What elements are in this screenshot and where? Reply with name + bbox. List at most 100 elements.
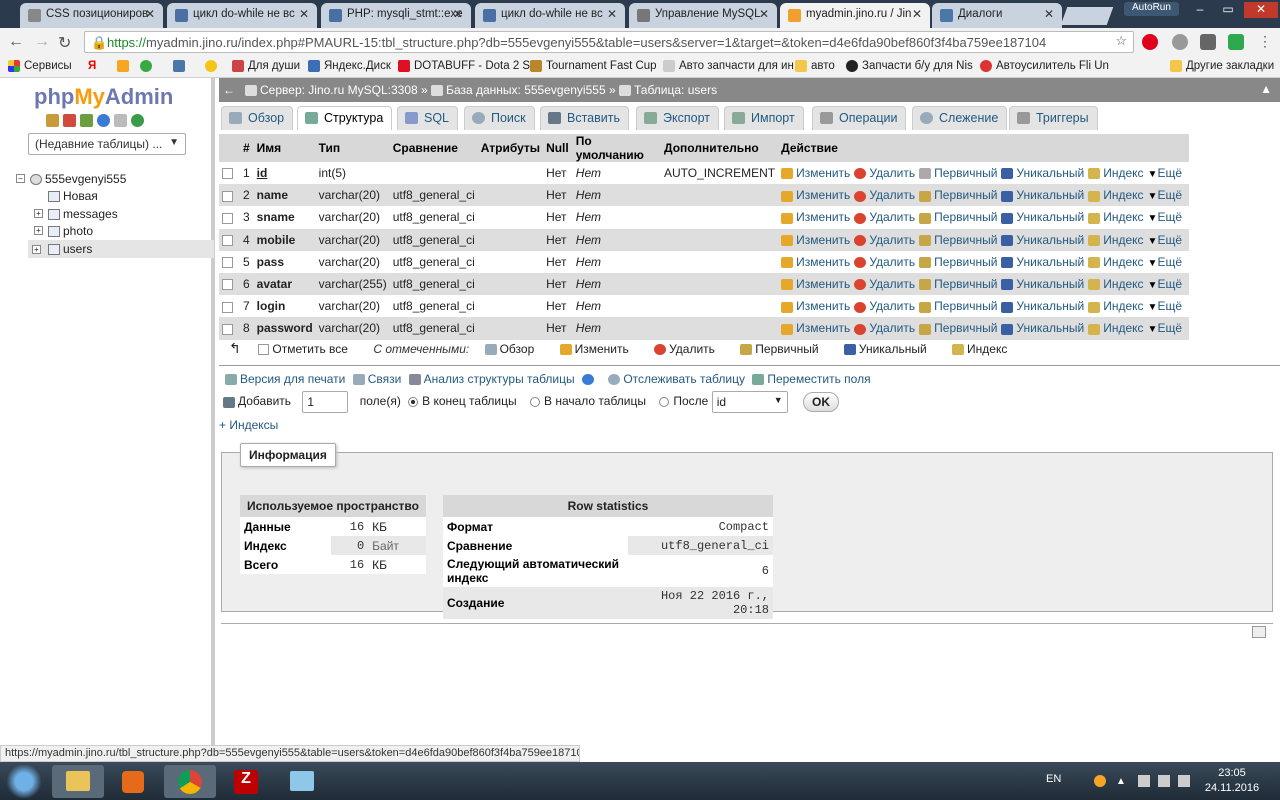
primary-action[interactable]: Первичный <box>919 188 997 202</box>
more-action[interactable]: ▼Ещё <box>1148 188 1182 202</box>
tab-browse[interactable]: Обзор <box>221 106 294 130</box>
tray-arrow-icon[interactable]: ▲ <box>1116 776 1126 787</box>
logout-icon[interactable] <box>63 114 76 127</box>
clock-time[interactable]: 23:05 <box>1202 767 1262 779</box>
unique-action[interactable]: Уникальный <box>1001 321 1084 335</box>
track-table-link[interactable]: Отслеживать таблицу <box>623 372 745 386</box>
indexes-toggle-link[interactable]: + Индексы <box>219 418 278 432</box>
tray-app-icon[interactable] <box>1094 775 1106 787</box>
close-icon[interactable]: ✕ <box>759 7 769 21</box>
reload-icon[interactable]: ↻ <box>58 33 71 53</box>
edit-action[interactable]: Изменить <box>781 277 850 291</box>
column-header-name[interactable]: Имя <box>253 134 316 162</box>
help-icon[interactable] <box>97 114 110 127</box>
bookmark-item[interactable]: Я <box>88 60 96 72</box>
at-end-radio[interactable] <box>408 397 419 407</box>
explorer-taskbar-icon[interactable] <box>52 765 104 798</box>
browser-tab[interactable]: CSS позициониров ✕ <box>20 3 163 28</box>
more-action[interactable]: ▼Ещё <box>1148 166 1182 180</box>
tab-insert[interactable]: Вставить <box>540 106 629 130</box>
row-checkbox[interactable] <box>222 257 233 269</box>
check-all-checkbox[interactable] <box>258 344 270 356</box>
edit-action[interactable]: Изменить <box>781 233 850 247</box>
column-header-type[interactable]: Тип <box>315 134 390 162</box>
console-icon[interactable] <box>1252 626 1266 638</box>
bookmark-item[interactable]: Авто запчасти для ин <box>663 60 794 72</box>
tab-sql[interactable]: SQL <box>397 106 459 130</box>
network-icon[interactable] <box>1158 775 1170 787</box>
index-action[interactable]: Индекс <box>1088 210 1144 224</box>
more-action[interactable]: ▼Ещё <box>1148 277 1182 291</box>
delete-action[interactable]: Удалить <box>854 321 915 335</box>
index-action[interactable]: Индекс <box>1088 233 1144 247</box>
column-header-extra[interactable]: Дополнительно <box>661 134 779 162</box>
column-count-input[interactable]: 1 <box>302 391 349 413</box>
menu-icon[interactable]: ⋮ <box>1258 33 1272 50</box>
move-columns-link[interactable]: Переместить поля <box>767 372 870 386</box>
browser-tab[interactable]: цикл do-while не вс ✕ <box>167 3 317 28</box>
app-taskbar-icon[interactable] <box>276 765 328 798</box>
close-icon[interactable]: ✕ <box>145 7 155 21</box>
edit-action[interactable]: Изменить <box>781 166 850 180</box>
index-action[interactable]: Индекс <box>1088 299 1144 313</box>
collapse-left-icon[interactable]: ← <box>223 83 235 97</box>
bulk-delete-button[interactable]: Удалить <box>669 342 715 356</box>
primary-action[interactable]: Первичный <box>919 255 997 269</box>
opera-extension-icon[interactable] <box>1142 34 1158 50</box>
at-start-radio[interactable] <box>529 397 540 407</box>
field-name[interactable]: id <box>253 162 316 185</box>
browser-tab[interactable]: Управление MySQL ✕ <box>629 3 777 28</box>
unique-action[interactable]: Уникальный <box>1001 210 1084 224</box>
browser-tab[interactable]: цикл do-while не вс ✕ <box>475 3 625 28</box>
ok-button[interactable]: OK <box>803 392 840 412</box>
breadcrumb-server[interactable]: Сервер: Jino.ru MySQL:3308 <box>260 83 418 97</box>
more-action[interactable]: ▼Ещё <box>1148 321 1182 335</box>
primary-action[interactable]: Первичный <box>919 233 997 247</box>
index-action[interactable]: Индекс <box>1088 166 1144 180</box>
volume-icon[interactable] <box>1178 775 1190 787</box>
unique-action[interactable]: Уникальный <box>1001 277 1084 291</box>
tab-structure[interactable]: Структура <box>297 106 393 130</box>
bookmark-item[interactable]: Автоусилитель Fli Un <box>980 60 1109 72</box>
home-icon[interactable] <box>46 114 59 127</box>
check-all-label[interactable]: Отметить все <box>272 342 348 356</box>
tab-export[interactable]: Экспорт <box>636 106 719 130</box>
forward-icon[interactable]: → <box>34 33 50 51</box>
row-checkbox[interactable] <box>222 212 233 224</box>
unique-action[interactable]: Уникальный <box>1001 188 1084 202</box>
relations-link[interactable]: Связи <box>368 372 402 386</box>
tree-item-messages[interactable]: + messages <box>34 207 118 221</box>
delete-action[interactable]: Удалить <box>854 299 915 313</box>
edit-action[interactable]: Изменить <box>781 255 850 269</box>
row-checkbox[interactable] <box>222 234 233 246</box>
close-icon[interactable]: ✕ <box>299 7 309 21</box>
unique-action[interactable]: Уникальный <box>1001 255 1084 269</box>
clock-date[interactable]: 24.11.2016 <box>1202 782 1262 794</box>
more-action[interactable]: ▼Ещё <box>1148 233 1182 247</box>
row-checkbox[interactable] <box>222 279 233 291</box>
star-icon[interactable]: ☆ <box>1115 33 1127 49</box>
extension-icon[interactable] <box>1172 34 1188 50</box>
extension-icon[interactable] <box>1228 34 1244 50</box>
index-action[interactable]: Индекс <box>1088 321 1144 335</box>
delete-action[interactable]: Удалить <box>854 233 915 247</box>
browser-tab-active[interactable]: myadmin.jino.ru / Jin ✕ <box>780 3 930 28</box>
unique-action[interactable]: Уникальный <box>1001 233 1084 247</box>
expand-icon[interactable]: + <box>32 245 41 254</box>
primary-action[interactable]: Первичный <box>919 210 997 224</box>
tab-operations[interactable]: Операции <box>812 106 907 130</box>
delete-action[interactable]: Удалить <box>854 255 915 269</box>
chrome-taskbar-icon[interactable] <box>164 765 216 798</box>
reload-icon[interactable] <box>131 114 144 127</box>
more-action[interactable]: ▼Ещё <box>1148 299 1182 313</box>
edit-action[interactable]: Изменить <box>781 188 850 202</box>
bookmark-item[interactable]: Сервисы <box>8 60 72 72</box>
tab-triggers[interactable]: Триггеры <box>1009 106 1098 130</box>
breadcrumb-table[interactable]: Таблица: users <box>634 83 717 97</box>
edit-action[interactable]: Изменить <box>781 210 850 224</box>
close-icon[interactable]: ✕ <box>607 7 617 21</box>
index-action[interactable]: Индекс <box>1088 255 1144 269</box>
close-icon[interactable]: ✕ <box>1044 7 1054 21</box>
unique-action[interactable]: Уникальный <box>1001 166 1084 180</box>
bookmark-item[interactable]: Tournament Fast Cup <box>530 60 657 72</box>
